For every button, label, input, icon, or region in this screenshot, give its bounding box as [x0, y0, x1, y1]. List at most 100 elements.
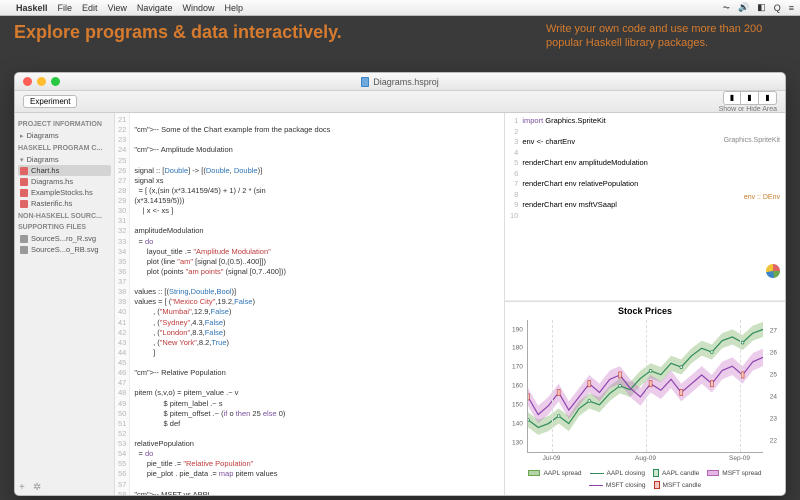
sidebar-item[interactable]: ▾Diagrams: [18, 154, 111, 165]
sidebar-item-label: SourceS...o_RB.svg: [31, 245, 99, 254]
legend-item: AAPL candle: [653, 469, 699, 477]
y-tick-left: 180: [512, 345, 523, 352]
editor-code[interactable]: "cm">-- Some of the Chart example from t…: [130, 113, 334, 495]
sidebar-item-label: Diagrams: [27, 131, 59, 140]
menu-view[interactable]: View: [108, 3, 127, 13]
y-tick-right: 23: [770, 416, 777, 423]
legend-item: MSFT candle: [654, 481, 702, 489]
sidebar-item-label: ExampleStocks.hs: [31, 188, 93, 197]
hero-subtext: Write your own code and use more than 20…: [546, 22, 786, 51]
repl[interactable]: 1 2 3 4 5 6 7 8 9 10 import Graphics.Spr…: [505, 113, 785, 301]
window-title: Diagrams.hsproj: [373, 77, 439, 87]
wifi-icon[interactable]: ⏦: [723, 2, 730, 13]
legend-swatch-icon: [707, 470, 719, 476]
show-right-pane-button[interactable]: ▮: [759, 91, 777, 105]
menubar-app-name[interactable]: Haskell: [16, 3, 48, 13]
project-sidebar[interactable]: PROJECT INFORMATION▸DiagramsHASKELL PROG…: [15, 113, 115, 495]
macos-menubar: Haskell File Edit View Navigate Window H…: [0, 0, 800, 16]
menu-file[interactable]: File: [58, 3, 73, 13]
chart-legend: AAPL spread AAPL closing AAPL candle MSFT s…: [509, 467, 781, 493]
view-segmented-control[interactable]: ▮ ▮ ▮: [723, 91, 777, 105]
legend-item: MSFT spread: [707, 469, 761, 477]
menu-window[interactable]: Window: [182, 3, 214, 13]
hero-headline: Explore programs & data interactively.: [14, 22, 342, 51]
x-tick: Aug-09: [635, 455, 656, 462]
legend-swatch-icon: [589, 485, 603, 486]
spotlight-icon[interactable]: Q: [774, 3, 781, 13]
sidebar-item[interactable]: Chart.hs: [18, 165, 111, 176]
haskell-file-icon: [20, 189, 28, 197]
sidebar-item[interactable]: Rasterific.hs: [18, 198, 111, 209]
legend-item: AAPL spread: [528, 469, 581, 477]
legend-label: AAPL spread: [543, 470, 581, 477]
legend-item: AAPL closing: [590, 469, 645, 477]
y-tick-right: 24: [770, 394, 777, 401]
haskell-file-icon: [20, 178, 28, 186]
window-titlebar[interactable]: Diagrams.hsproj: [15, 73, 785, 91]
battery-icon[interactable]: ◧: [757, 2, 766, 13]
legend-label: MSFT spread: [722, 470, 761, 477]
sidebar-item-label: Diagrams.hs: [31, 177, 73, 186]
sidebar-section-header: PROJECT INFORMATION: [18, 121, 111, 128]
haskell-file-icon: [20, 200, 28, 208]
legend-label: AAPL candle: [662, 470, 699, 477]
toolbar: Experiment ▮ ▮ ▮ Show or Hide Area: [15, 91, 785, 113]
y-tick-left: 150: [512, 401, 523, 408]
playground-pane: 1 2 3 4 5 6 7 8 9 10 import Graphics.Spr…: [505, 113, 785, 495]
sidebar-item[interactable]: SourceS...o_RB.svg: [18, 244, 111, 255]
sidebar-item-label: Rasterific.hs: [31, 199, 72, 208]
sidebar-item[interactable]: Diagrams.hs: [18, 176, 111, 187]
sidebar-item-label: SourceS...ro_R.svg: [31, 234, 96, 243]
y-tick-right: 25: [770, 372, 777, 379]
legend-item: MSFT closing: [589, 481, 646, 489]
legend-label: MSFT closing: [606, 482, 646, 489]
sidebar-section-header: NON-HASKELL SOURC...: [18, 213, 111, 220]
repl-module: Graphics.SpriteKit: [724, 136, 780, 146]
volume-icon[interactable]: 🔊: [738, 2, 749, 13]
y-tick-right: 22: [770, 438, 777, 445]
segmented-label: Show or Hide Area: [719, 106, 777, 113]
folder-icon: ▸: [20, 132, 24, 140]
editor-gutter: 21 22 23 24 25 26 27 28 29 30 31 32 33 3…: [115, 113, 130, 495]
menu-edit[interactable]: Edit: [82, 3, 98, 13]
x-tick: Sep-09: [729, 455, 750, 462]
y-tick-left: 160: [512, 383, 523, 390]
menu-navigate[interactable]: Navigate: [137, 3, 173, 13]
show-middle-pane-button[interactable]: ▮: [741, 91, 759, 105]
chart-title: Stock Prices: [509, 304, 781, 318]
y-tick-left: 140: [512, 420, 523, 427]
sidebar-section-header: HASKELL PROGRAM C...: [18, 145, 111, 152]
add-button[interactable]: +: [19, 482, 25, 493]
disclosure-icon[interactable]: ▾: [20, 156, 24, 164]
settings-icon[interactable]: ✲: [33, 482, 41, 493]
pie-thumbnail-icon: [766, 264, 780, 278]
y-tick-left: 130: [512, 439, 523, 446]
sidebar-section-header: SUPPORTING FILES: [18, 224, 111, 231]
legend-swatch-icon: [590, 473, 604, 474]
show-left-pane-button[interactable]: ▮: [723, 91, 741, 105]
y-tick-right: 26: [770, 350, 777, 357]
legend-swatch-icon: [654, 481, 660, 489]
haskell-file-icon: [20, 167, 28, 175]
sidebar-item-label: Diagrams: [27, 155, 59, 164]
menu-help[interactable]: Help: [224, 3, 243, 13]
app-window: Diagrams.hsproj Experiment ▮ ▮ ▮ Show or…: [14, 72, 786, 496]
svg-file-icon: [20, 246, 28, 254]
chart-plot-area: 130140150160170180190222324252627Jul-09A…: [527, 320, 763, 453]
svg-file-icon: [20, 235, 28, 243]
sidebar-item[interactable]: ExampleStocks.hs: [18, 187, 111, 198]
status-icons: ⏦ 🔊 ◧ Q ≡: [723, 2, 794, 13]
y-tick-left: 190: [512, 326, 523, 333]
repl-hint: env :: DEnv: [724, 193, 780, 203]
stock-chart: Stock Prices 130140150160170180190222324…: [505, 301, 785, 495]
sidebar-item[interactable]: SourceS...ro_R.svg: [18, 233, 111, 244]
y-tick-right: 27: [770, 328, 777, 335]
legend-label: MSFT candle: [663, 482, 702, 489]
legend-label: AAPL closing: [607, 470, 645, 477]
sidebar-item[interactable]: ▸Diagrams: [18, 130, 111, 141]
y-tick-left: 170: [512, 364, 523, 371]
menu-extra-icon[interactable]: ≡: [789, 3, 794, 13]
code-editor[interactable]: 21 22 23 24 25 26 27 28 29 30 31 32 33 3…: [115, 113, 505, 495]
sidebar-item-label: Chart.hs: [31, 166, 59, 175]
experiment-button[interactable]: Experiment: [23, 95, 77, 108]
